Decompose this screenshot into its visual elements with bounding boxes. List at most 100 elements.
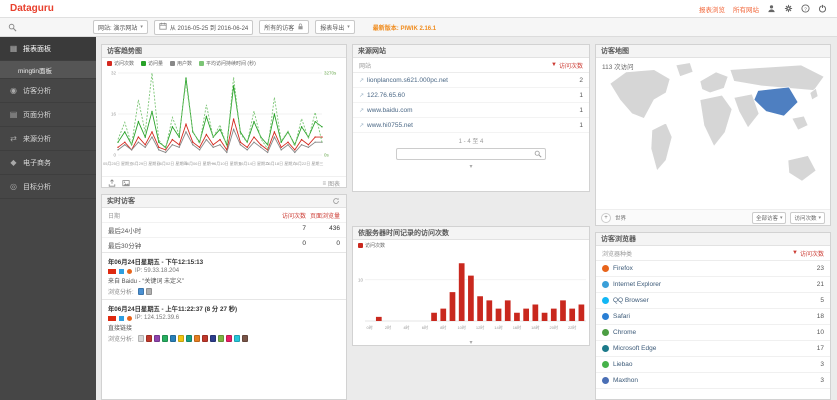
referrer-row[interactable]: ↗lionplancom.s621.000pc.net2: [353, 73, 589, 88]
date-range-selector[interactable]: 从 2016-05-25 到 2016-06-24: [154, 20, 253, 35]
refresh-icon[interactable]: [332, 197, 341, 206]
segment-selector[interactable]: 所有的访客: [259, 20, 309, 34]
page-action-icon[interactable]: [226, 335, 232, 342]
sidebar-item-dashboard[interactable]: ▦报表面板: [0, 37, 96, 61]
signout-icon[interactable]: [818, 4, 827, 13]
legend-swatch: [170, 61, 175, 66]
user-icon[interactable]: [767, 4, 776, 13]
svg-text:0s: 0s: [324, 153, 330, 158]
export-selector[interactable]: 报表导出 ▾: [315, 20, 355, 34]
svg-text:22时: 22时: [568, 324, 576, 330]
pagination[interactable]: 1 - 4 至 4: [353, 133, 589, 146]
export-icon[interactable]: [108, 179, 117, 188]
sidebar-item-ecommerce[interactable]: ◆电子商务: [0, 151, 96, 175]
legend-item[interactable]: 访问次数: [107, 60, 134, 67]
referrer-site[interactable]: www.baidu.com: [367, 107, 579, 114]
sidebar-item-pages[interactable]: ▤页面分析: [0, 103, 96, 127]
link-report-view[interactable]: 报表浏览: [699, 4, 725, 14]
table-search-input[interactable]: [400, 149, 534, 159]
browser-row: QQ Browser5: [596, 293, 830, 309]
svg-text:10时: 10时: [457, 324, 465, 330]
image-export-icon[interactable]: [122, 179, 131, 188]
browser-name: Microsoft Edge: [613, 345, 817, 352]
legend-item[interactable]: 访问量: [141, 60, 163, 67]
browser-logo-icon: [602, 281, 609, 288]
visit-datetime: 年06月24日星期五 - 上午11:22:37 (8 分 27 秒): [108, 304, 340, 313]
server-time-widget: 依服务器时间记录的访问次数 访问次数 100时2时4时6时8时10时12时14时…: [352, 226, 590, 346]
browser-row: Chrome10: [596, 325, 830, 341]
sidebar-item-label: 页面分析: [23, 110, 51, 120]
help-icon[interactable]: ?: [801, 4, 810, 13]
version-update-link[interactable]: 最新版本: PIWIK 2.16.1: [373, 23, 436, 32]
svg-text:06月10日 星期五: 06月10日 星期五: [212, 160, 242, 166]
gear-icon[interactable]: [784, 4, 793, 13]
page-action-icon[interactable]: [146, 288, 152, 295]
table-subheader: 网站 ▼访问次数: [353, 58, 589, 73]
widget-header: 实时访客: [102, 195, 346, 208]
chevron-down-icon: ▾: [780, 215, 783, 221]
map-segment-select[interactable]: 全部访客▾: [752, 212, 787, 224]
visitor-trend-chart[interactable]: 016320s3270s05月25日 星期三05月29日 星期日06月02日 星…: [102, 69, 346, 171]
expand-widget-caret[interactable]: ▾: [353, 162, 589, 171]
legend-label: 用户数: [177, 60, 192, 67]
page-action-icon[interactable]: [194, 335, 200, 342]
link-all-sites[interactable]: 所有网站: [733, 4, 759, 14]
world-view-label[interactable]: 世界: [615, 214, 626, 222]
legend-item[interactable]: 访问次数: [358, 242, 385, 249]
visitors-icon: ◉: [9, 86, 18, 95]
svg-text:16: 16: [111, 112, 117, 117]
page-action-icon[interactable]: [242, 335, 248, 342]
world-map[interactable]: [596, 58, 830, 209]
visit-datetime: 年06月24日星期五 - 下午12:15:13: [108, 257, 340, 266]
page-action-icon[interactable]: [146, 335, 152, 342]
map-segment-label: 全部访客: [756, 214, 778, 222]
map-region-china[interactable]: [754, 87, 798, 116]
referrer-site[interactable]: lionplancom.s621.000pc.net: [367, 77, 579, 84]
zoom-out-button[interactable]: +: [601, 213, 611, 223]
svg-text:06月14日 星期二: 06月14日 星期二: [239, 160, 269, 166]
sidebar-item-goals[interactable]: ◎目标分析: [0, 175, 96, 199]
referrer-websites-widget: 来源网站 网站 ▼访问次数 ↗lionplancom.s621.000pc.ne…: [352, 44, 590, 192]
map-metric-select[interactable]: 访问次数▾: [790, 212, 825, 224]
referrer-row[interactable]: ↗www.hi0755.net1: [353, 118, 589, 133]
page-action-icon[interactable]: [210, 335, 216, 342]
page-action-icon[interactable]: [138, 288, 144, 295]
widget-title: 来源网站: [358, 46, 386, 56]
expand-widget-caret[interactable]: ▾: [353, 338, 589, 347]
site-selector-label: 网站: 演示网站: [98, 23, 137, 32]
sort-by-visits[interactable]: ▼访问次数: [551, 61, 583, 70]
search-icon[interactable]: [534, 145, 542, 163]
referrers-icon: ⇄: [9, 134, 18, 143]
page-action-icon[interactable]: [170, 335, 176, 342]
legend-item[interactable]: 平均访问持续时间 (秒): [199, 60, 256, 67]
widget-header: 访客趋势图: [102, 45, 346, 58]
legend-item[interactable]: 用户数: [170, 60, 192, 67]
site-selector[interactable]: 网站: 演示网站 ▾: [93, 20, 148, 34]
page-action-icon[interactable]: [178, 335, 184, 342]
visit-meta: IP: 59.33.18.204: [108, 268, 340, 274]
page-action-icon[interactable]: [162, 335, 168, 342]
page-action-icon[interactable]: [218, 335, 224, 342]
page-action-icon[interactable]: [202, 335, 208, 342]
sidebar-item-visitors[interactable]: ◉访客分析: [0, 79, 96, 103]
col-pageviews: 页面浏览量: [306, 211, 340, 220]
sidebar-item-referrers[interactable]: ⇄来源分析: [0, 127, 96, 151]
page-action-icon[interactable]: [138, 335, 144, 342]
server-time-chart[interactable]: 100时2时4时6时8时10时12时14时16时18时20时22时: [353, 251, 589, 333]
sort-by-visits[interactable]: ▼访问次数: [792, 249, 824, 258]
chart-type-toggle[interactable]: ≡图表: [322, 179, 340, 188]
sidebar-item-mingtin-dashboard[interactable]: mingtin面板: [0, 61, 96, 79]
referrer-row[interactable]: ↗122.76.65.601: [353, 88, 589, 103]
svg-text:18时: 18时: [531, 324, 539, 330]
rows-icon: ≡: [322, 181, 326, 187]
browser-logo-icon: [602, 377, 609, 384]
page-action-icon[interactable]: [186, 335, 192, 342]
page-action-icon[interactable]: [234, 335, 240, 342]
visit-source: 直接链接: [108, 323, 340, 332]
referrer-site[interactable]: 122.76.65.60: [367, 92, 579, 99]
page-action-icon[interactable]: [154, 335, 160, 342]
search-icon[interactable]: [8, 23, 17, 32]
referrer-row[interactable]: ↗www.baidu.com1: [353, 103, 589, 118]
chart-toggle-label: 图表: [328, 179, 340, 188]
referrer-site[interactable]: www.hi0755.net: [367, 122, 579, 129]
